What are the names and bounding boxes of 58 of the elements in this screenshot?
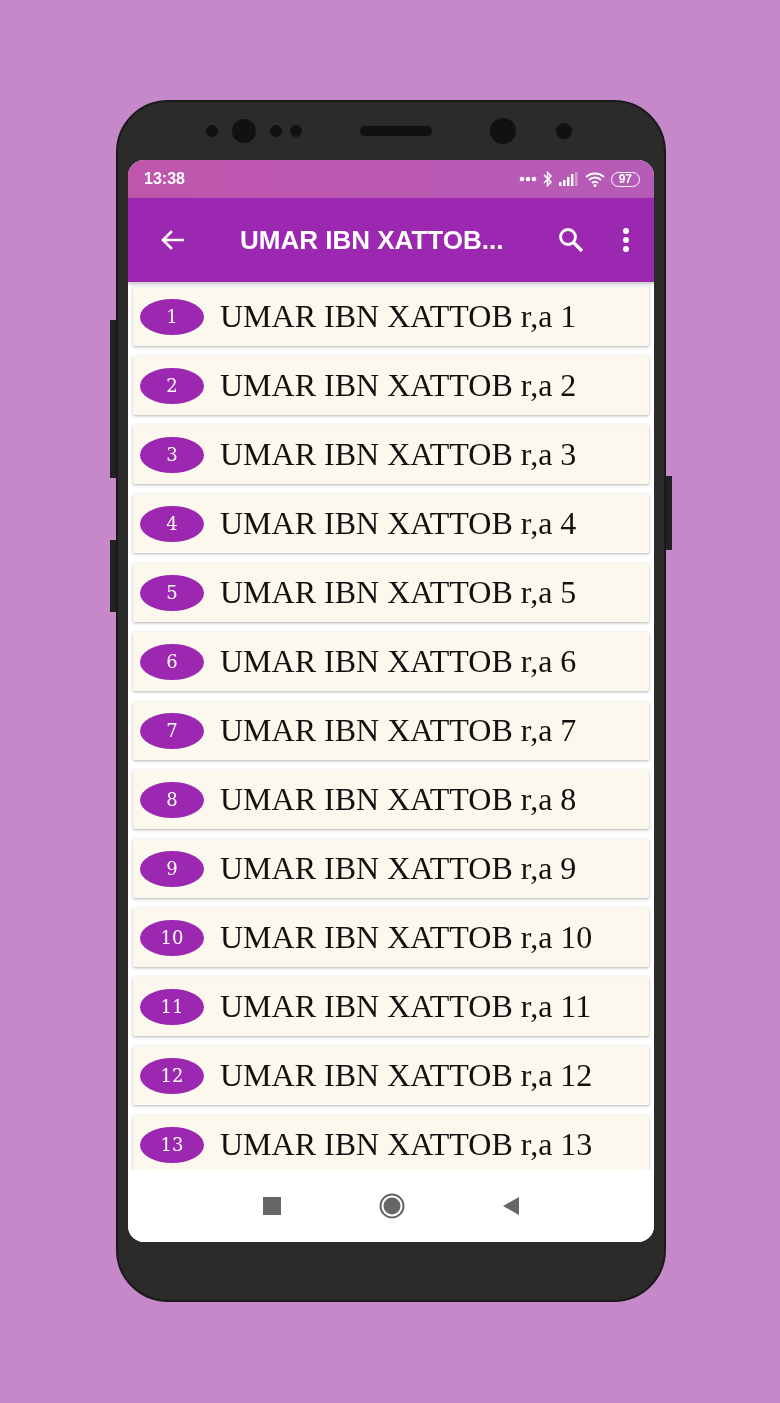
home-circle-icon [379,1193,405,1219]
item-title: UMAR IBN XATTOB r,a 13 [220,1126,593,1163]
status-time: 13:38 [144,170,185,188]
item-title: UMAR IBN XATTOB r,a 11 [220,988,592,1025]
item-title: UMAR IBN XATTOB r,a 5 [220,574,577,611]
list-item[interactable]: 4 UMAR IBN XATTOB r,a 4 [133,494,649,553]
number-badge: 5 [140,574,204,611]
item-title: UMAR IBN XATTOB r,a 3 [220,436,577,473]
number-badge: 8 [140,781,204,818]
number-badge: 6 [140,643,204,680]
number-badge: 12 [140,1057,204,1094]
list-item[interactable]: 10 UMAR IBN XATTOB r,a 10 [133,908,649,967]
search-icon [558,227,584,253]
item-title: UMAR IBN XATTOB r,a 2 [220,367,577,404]
menu-icon [622,227,630,253]
list-item[interactable]: 8 UMAR IBN XATTOB r,a 8 [133,770,649,829]
camera-lens [232,119,256,143]
item-title: UMAR IBN XATTOB r,a 6 [220,643,577,680]
number-badge: 13 [140,1126,204,1163]
back-arrow-icon [160,228,186,252]
list-item[interactable]: 6 UMAR IBN XATTOB r,a 6 [133,632,649,691]
number-badge: 4 [140,505,204,542]
list-item[interactable]: 1 UMAR IBN XATTOB r,a 1 [133,287,649,346]
item-title: UMAR IBN XATTOB r,a 9 [220,850,577,887]
sensor-dot [290,125,302,137]
list-item[interactable]: 7 UMAR IBN XATTOB r,a 7 [133,701,649,760]
item-title: UMAR IBN XATTOB r,a 8 [220,781,577,818]
number-badge: 10 [140,919,204,956]
list-item[interactable]: 13 UMAR IBN XATTOB r,a 13 [133,1115,649,1170]
item-title: UMAR IBN XATTOB r,a 1 [220,298,577,335]
signal-icon [558,172,579,186]
speaker-grille [360,126,432,136]
more-dots-icon [518,176,537,182]
sensor-dot [270,125,282,137]
bluetooth-icon [542,171,553,187]
item-title: UMAR IBN XATTOB r,a 7 [220,712,577,749]
number-badge: 7 [140,712,204,749]
list-item[interactable]: 12 UMAR IBN XATTOB r,a 12 [133,1046,649,1105]
list-item[interactable]: 2 UMAR IBN XATTOB r,a 2 [133,356,649,415]
number-badge: 2 [140,367,204,404]
list-item[interactable]: 11 UMAR IBN XATTOB r,a 11 [133,977,649,1036]
sensor-dot [556,123,572,139]
square-icon [263,1197,281,1215]
app-title: UMAR IBN XATTOB... [240,224,505,256]
back-triangle-icon [503,1197,519,1215]
list-item[interactable]: 3 UMAR IBN XATTOB r,a 3 [133,425,649,484]
list-item[interactable]: 5 UMAR IBN XATTOB r,a 5 [133,563,649,622]
number-badge: 3 [140,436,204,473]
item-title: UMAR IBN XATTOB r,a 12 [220,1057,593,1094]
camera-lens [490,118,516,144]
number-badge: 11 [140,988,204,1025]
item-title: UMAR IBN XATTOB r,a 10 [220,919,593,956]
number-badge: 9 [140,850,204,887]
sensor-dot [206,125,218,137]
list-item[interactable]: 9 UMAR IBN XATTOB r,a 9 [133,839,649,898]
number-badge: 1 [140,298,204,335]
item-title: UMAR IBN XATTOB r,a 4 [220,505,577,542]
wifi-icon [584,171,605,187]
